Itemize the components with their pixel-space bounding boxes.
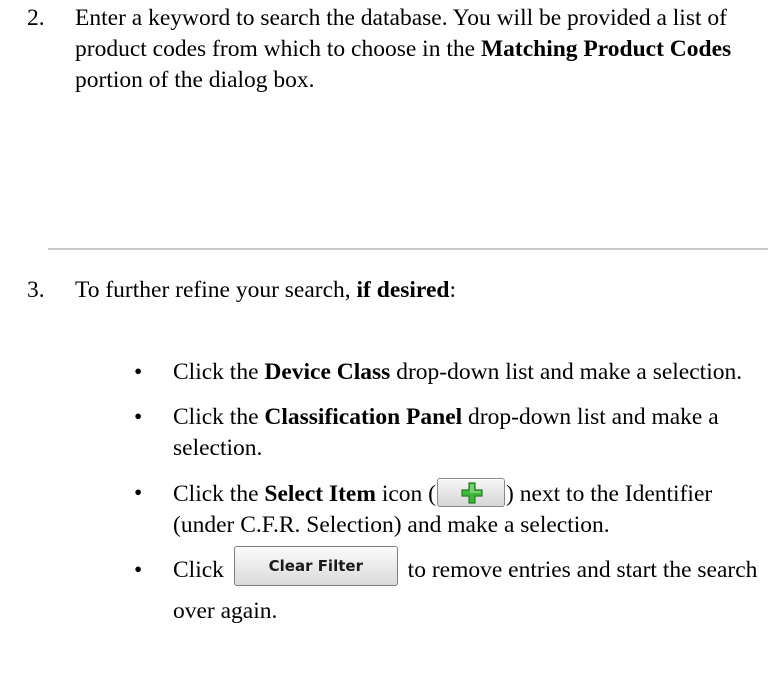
step-text: :: [449, 277, 456, 303]
step-2-text: Enter a keyword to search the database. …: [75, 3, 755, 96]
green-plus-icon: [461, 482, 483, 504]
bullet-marker: •: [134, 480, 143, 506]
bullet-text: icon (: [375, 481, 436, 507]
bullet-text: drop-down list and make a selection.: [390, 359, 743, 385]
bullet-text: Click the: [173, 481, 265, 507]
bullet-marker: •: [134, 557, 143, 583]
select-item-button[interactable]: [437, 478, 505, 507]
bullet-text: Click the: [173, 359, 265, 385]
step-text: To further refine your search,: [75, 277, 357, 303]
bullet-list: • Click the Device Class drop-down list a…: [75, 357, 765, 627]
list-item: • Click the Classification Panel drop-dow…: [75, 402, 765, 464]
step-text: portion of the dialog box.: [75, 67, 315, 93]
section-divider: [48, 248, 768, 250]
bullet-bold-term: Classification Panel: [264, 404, 463, 430]
step-number: 3.: [27, 277, 45, 303]
list-item: • Click Clear Filter to remove entries an…: [75, 546, 765, 627]
bullet-bold-term: Select Item: [264, 481, 376, 507]
step-bold-term: if desired: [356, 277, 450, 303]
step-number: 2.: [27, 5, 45, 31]
clear-filter-button[interactable]: Clear Filter: [233, 546, 398, 586]
list-item: • Click the Device Class drop-down list a…: [75, 357, 765, 388]
step-bold-term: Matching Product Codes: [480, 36, 732, 62]
bullet-marker: •: [134, 359, 143, 385]
list-item: • Click the Select Item icon () next to t…: [75, 478, 765, 541]
step-3-text: To further refine your search, if desire…: [75, 275, 765, 306]
bullet-text: Click: [173, 557, 230, 583]
bullet-text: Click the: [173, 404, 265, 430]
bullet-marker: •: [134, 404, 143, 430]
bullet-bold-term: Device Class: [264, 359, 391, 385]
